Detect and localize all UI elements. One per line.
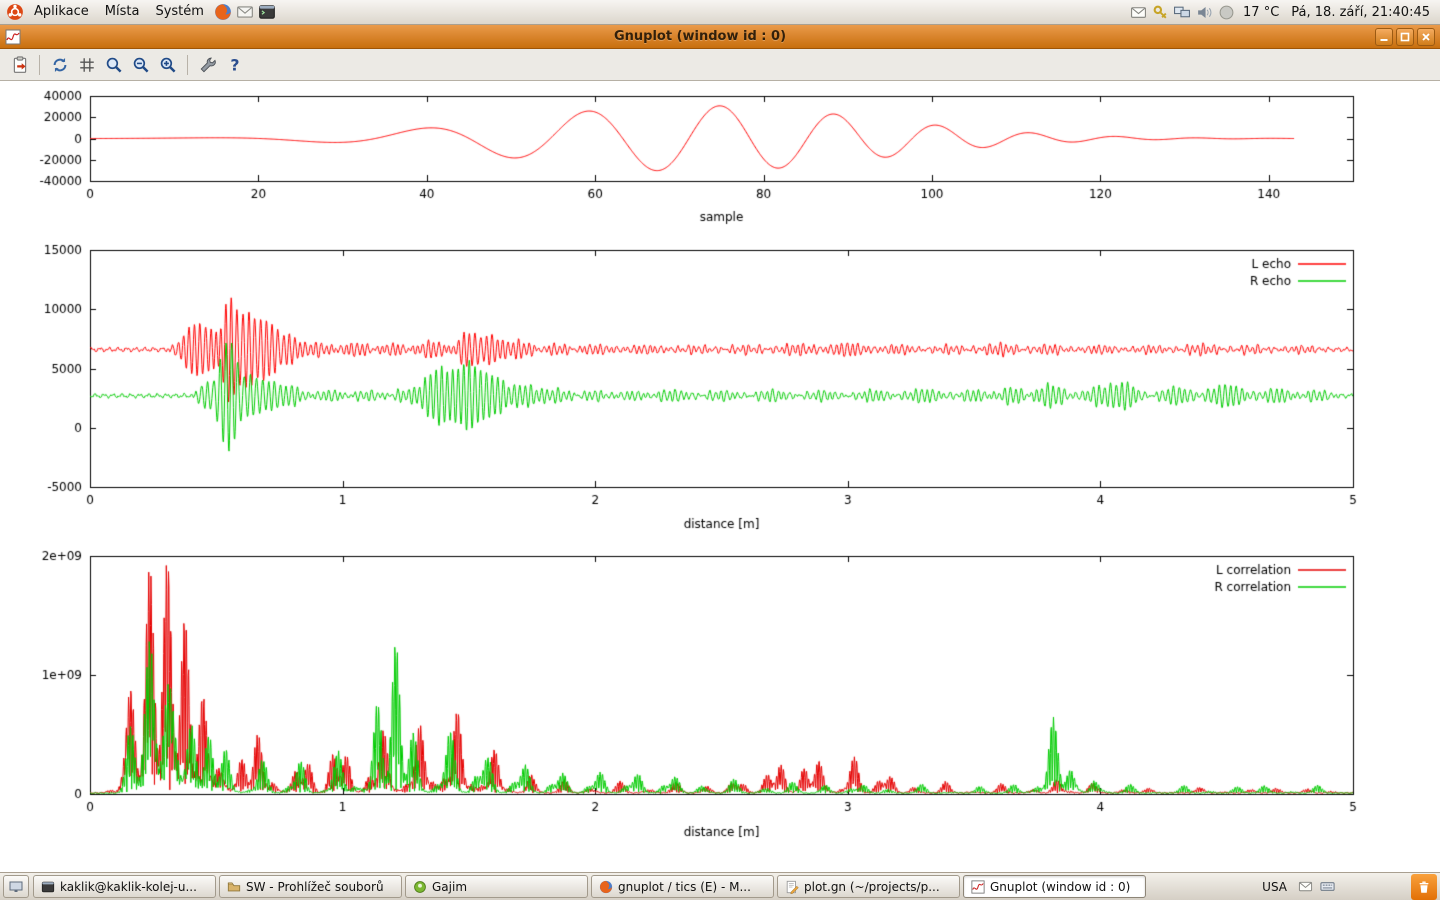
taskbar-spacer [1342, 886, 1404, 887]
task-label: kaklik@kaklik-kolej-u... [60, 880, 197, 894]
weather-icon[interactable] [1215, 0, 1237, 24]
window-title: Gnuplot (window id : 0) [25, 29, 1375, 44]
task-button-list: kaklik@kaklik-kolej-u... SW - Prohlížeč … [33, 875, 1146, 898]
terminal-icon [258, 3, 276, 21]
trash-button[interactable] [1411, 874, 1437, 900]
task-label: SW - Prohlížeč souborů [246, 880, 384, 894]
firefox-icon [598, 879, 613, 894]
echo-chart-canvas[interactable] [0, 231, 1440, 543]
terminal-launcher[interactable] [256, 0, 278, 24]
gnuplot-toolbar: ? [0, 49, 1440, 81]
configure-button[interactable] [194, 52, 221, 78]
magnifier-icon [105, 56, 123, 74]
copy-to-clipboard-button[interactable] [6, 52, 33, 78]
maximize-button[interactable] [1396, 28, 1414, 46]
ubuntu-logo-icon [6, 3, 24, 21]
taskbar-item-file-browser[interactable]: SW - Prohlížeč souborů [219, 875, 402, 898]
taskbar-item-gajim[interactable]: Gajim [405, 875, 588, 898]
task-label: Gnuplot (window id : 0) [990, 880, 1130, 894]
magnifier-plus-icon [159, 56, 177, 74]
minimize-icon [1379, 32, 1389, 42]
svg-text:?: ? [230, 56, 239, 74]
toolbar-separator [187, 55, 188, 75]
zoom-previous-button[interactable] [127, 52, 154, 78]
gnuplot-window: Gnuplot (window id : 0) [0, 25, 1440, 872]
keyboard-applet-icon[interactable] [1320, 879, 1335, 894]
firefox-launcher[interactable] [212, 0, 234, 24]
taskbar-item-terminal[interactable]: kaklik@kaklik-kolej-u... [33, 875, 216, 898]
volume-icon[interactable] [1193, 0, 1215, 24]
gnuplot-window-icon [5, 29, 21, 45]
mail-applet-icon[interactable] [1298, 879, 1313, 894]
grid-icon [78, 56, 96, 74]
close-icon [1421, 32, 1431, 42]
desktop: Aplikace Místa Systém [0, 0, 1440, 900]
mail-notification-icon[interactable] [1127, 0, 1149, 24]
terminal-icon [40, 879, 55, 894]
task-label: plot.gn (~/projects/p... [804, 880, 940, 894]
waveform-chart-canvas[interactable] [0, 81, 1440, 231]
correlation-chart-canvas[interactable] [0, 543, 1440, 855]
mail-launcher[interactable] [234, 0, 256, 24]
replot-button[interactable] [46, 52, 73, 78]
refresh-icon [51, 56, 69, 74]
wrench-icon [199, 56, 217, 74]
panel-left: Aplikace Místa Systém [4, 0, 278, 24]
maximize-icon [1400, 32, 1410, 42]
trash-icon [1416, 879, 1432, 895]
plot-area [0, 81, 1440, 872]
distro-menu-icon[interactable] [4, 0, 26, 24]
gnuplot-icon [970, 879, 985, 894]
copy-icon [11, 56, 29, 74]
remote-desktop-icon[interactable] [1171, 0, 1193, 24]
text-editor-icon [784, 879, 799, 894]
taskbar-item-gnuplot[interactable]: Gnuplot (window id : 0) [963, 875, 1146, 898]
clock[interactable]: Pá, 18. září, 21:40:45 [1285, 5, 1436, 20]
task-label: gnuplot / tics (E) - M... [618, 880, 751, 894]
show-desktop-button[interactable] [3, 875, 29, 898]
taskbar: kaklik@kaklik-kolej-u... SW - Prohlížeč … [0, 872, 1440, 900]
grid-toggle-button[interactable] [73, 52, 100, 78]
zoom-next-button[interactable] [154, 52, 181, 78]
taskbar-item-editor[interactable]: plot.gn (~/projects/p... [777, 875, 960, 898]
taskbar-item-firefox[interactable]: gnuplot / tics (E) - M... [591, 875, 774, 898]
file-manager-icon [226, 879, 241, 894]
show-desktop-icon [8, 879, 24, 895]
magnifier-minus-icon [132, 56, 150, 74]
menu-applications[interactable]: Aplikace [26, 0, 97, 24]
temperature-label[interactable]: 17 °C [1237, 5, 1285, 20]
gajim-icon [412, 879, 427, 894]
panel-right: 17 °C Pá, 18. září, 21:40:45 [1127, 0, 1436, 24]
keyboard-layout-indicator[interactable]: USA [1258, 880, 1291, 894]
minimize-button[interactable] [1375, 28, 1393, 46]
window-controls [1375, 28, 1435, 46]
mail-icon [236, 3, 254, 21]
toolbar-separator [39, 55, 40, 75]
titlebar[interactable]: Gnuplot (window id : 0) [0, 25, 1440, 49]
keyring-icon[interactable] [1149, 0, 1171, 24]
close-button[interactable] [1417, 28, 1435, 46]
menu-system[interactable]: Systém [147, 0, 211, 24]
zoom-region-button[interactable] [100, 52, 127, 78]
menu-places[interactable]: Místa [97, 0, 148, 24]
task-label: Gajim [432, 880, 467, 894]
help-button[interactable]: ? [221, 52, 248, 78]
gnome-top-panel: Aplikace Místa Systém [0, 0, 1440, 25]
taskbar-right: USA [1258, 874, 1437, 900]
help-icon: ? [226, 56, 244, 74]
firefox-icon [214, 3, 232, 21]
